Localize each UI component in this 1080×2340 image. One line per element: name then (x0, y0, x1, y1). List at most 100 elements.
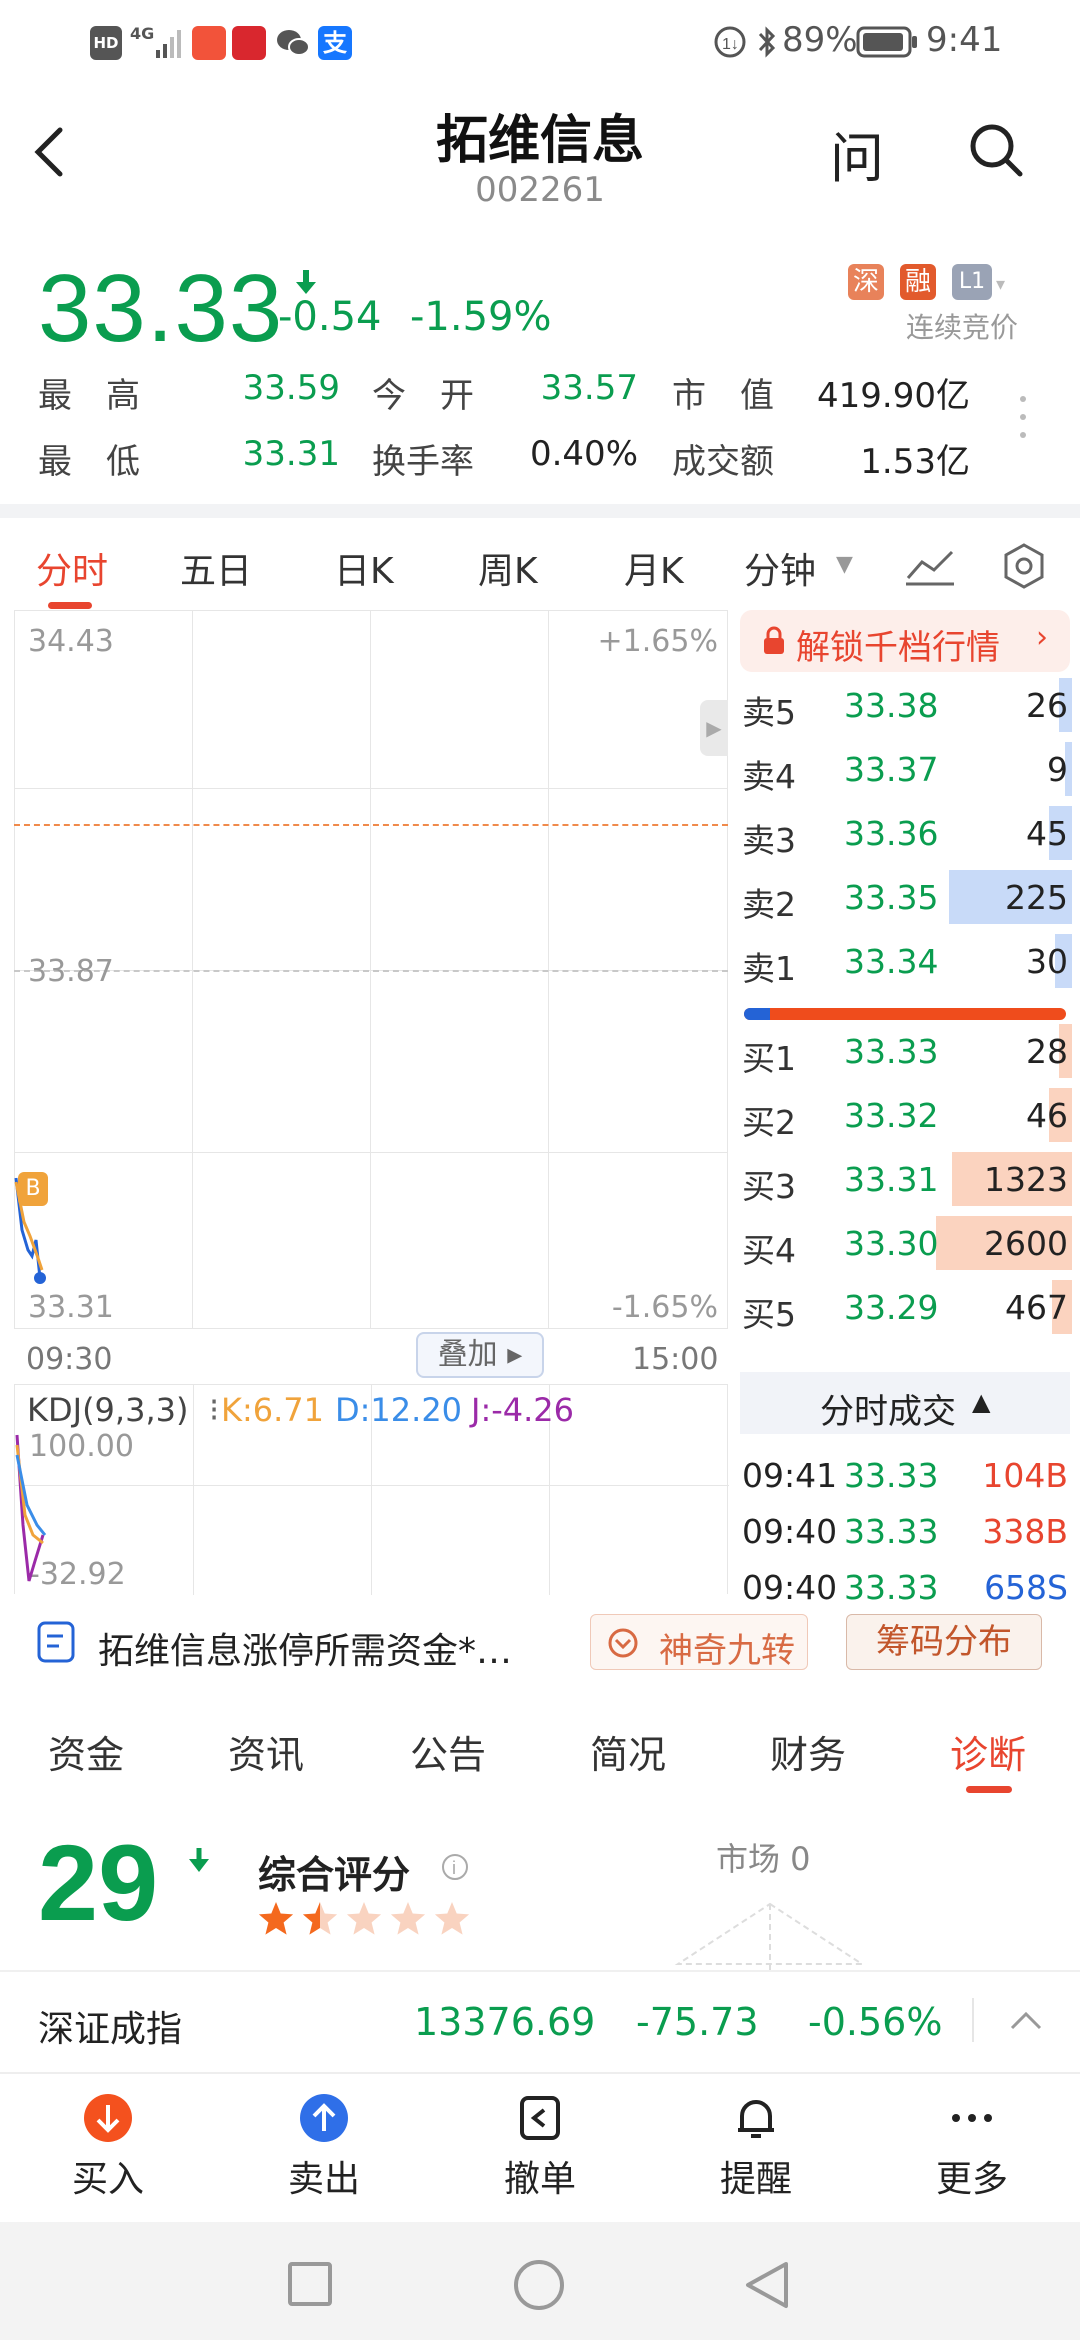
remind-button[interactable]: 提醒 (696, 2092, 816, 2202)
clock: 9:41 (926, 20, 1003, 60)
kdj-lines (15, 1434, 47, 1582)
level-label: 买5 (742, 1295, 796, 1334)
score-label: 综合评分 (258, 1853, 411, 1897)
info-icon[interactable]: i (440, 1852, 470, 1886)
tab-announcements[interactable]: 公告 (410, 1724, 486, 1779)
trade-price: 33.33 (844, 1456, 939, 1495)
ask-button[interactable]: 问 (830, 114, 884, 193)
level-label: 买2 (742, 1103, 796, 1142)
star-icon (302, 1902, 338, 1935)
more-vertical-icon[interactable] (1018, 394, 1028, 444)
current-price: 33.33 (38, 255, 284, 362)
trade-row: 09:41 33.33 104B (740, 1444, 1072, 1508)
order-book-row[interactable]: 卖1 33.34 30 (740, 930, 1072, 994)
order-book: 解锁千档行情 › 卖5 33.38 26 卖4 33.37 9 卖3 33.36 45 卖2 33.… (740, 610, 1072, 1607)
tab-news[interactable]: 资讯 (228, 1724, 304, 1779)
order-book-row[interactable]: 卖3 33.36 45 (740, 802, 1072, 866)
tab-intraday[interactable]: 分时 (36, 542, 108, 594)
level-label: 买4 (742, 1231, 796, 1270)
tab-monthly-k[interactable]: 月K (624, 542, 684, 594)
tab-minute[interactable]: 分钟 (744, 542, 816, 594)
order-book-row[interactable]: 卖4 33.37 9 (740, 738, 1072, 802)
buy-button[interactable]: 买入 (48, 2092, 168, 2202)
trade-row: 09:40 33.33 338B (740, 1500, 1072, 1564)
star-icon (434, 1902, 470, 1935)
chevron-right-icon: › (1036, 620, 1048, 655)
wechat-icon (276, 28, 310, 62)
mktcap-value: 419.90亿 (817, 376, 970, 416)
status-bar: HD 4G 支 1↓ 89% 9:41 (0, 0, 1080, 84)
turnover-value: 0.40% (529, 434, 638, 474)
tab-profile[interactable]: 简况 (590, 1724, 666, 1779)
order-book-row[interactable]: 买2 33.32 46 (740, 1084, 1072, 1148)
trade-volume: 104B (982, 1456, 1068, 1495)
news-headline[interactable]: 拓维信息涨停所需资金*… (98, 1622, 558, 1674)
alipay-icon: 支 (318, 26, 352, 60)
price-change: -0.54 (278, 294, 382, 340)
order-book-row[interactable]: 买4 33.30 2600 (740, 1212, 1072, 1276)
recent-apps-button[interactable] (288, 2262, 332, 2306)
level-price: 33.32 (844, 1096, 939, 1135)
nine-turn-label: 神奇九转 (659, 1631, 795, 1671)
chevron-down-icon[interactable]: ▼ (836, 552, 853, 577)
chart-tabs: 分时 五日 日K 周K 月K 分钟 ▼ (0, 518, 1080, 610)
level-price: 33.36 (844, 814, 939, 853)
level-label: 卖1 (742, 949, 796, 988)
overlay-button[interactable]: 叠加 ▸ (416, 1332, 544, 1378)
divider (0, 504, 1080, 518)
buy-signal-marker[interactable]: B (18, 1172, 48, 1206)
search-icon (970, 124, 1023, 177)
trades-header[interactable]: 分时成交 ▲ (740, 1372, 1070, 1434)
tab-funds[interactable]: 资金 (48, 1724, 124, 1779)
index-value: 13376.69 (414, 2000, 596, 2044)
level-tag[interactable]: L1 (952, 264, 992, 300)
chevron-down-icon[interactable]: ▾ (996, 274, 1005, 295)
document-icon (36, 1620, 76, 1668)
chip-distribution-button[interactable]: 筹码分布 (846, 1614, 1042, 1670)
level-volume: 30 (1026, 942, 1068, 981)
back-nav-button[interactable] (742, 2258, 792, 2312)
star-icon (258, 1902, 294, 1935)
cancel-order-button[interactable]: 撤单 (480, 2092, 600, 2202)
search-button[interactable] (966, 120, 1026, 184)
level-label: 卖2 (742, 885, 796, 924)
signal-icon (156, 28, 184, 58)
more-button[interactable]: 更多 (912, 2092, 1032, 2202)
turnover-label: 换手率 (372, 442, 474, 482)
tab-daily-k[interactable]: 日K (334, 542, 394, 594)
intraday-chart[interactable]: 34.43 +1.65% 33.87 33.31 -1.65% ▶ B (14, 610, 728, 1329)
tab-weekly-k[interactable]: 周K (478, 542, 538, 594)
order-book-row[interactable]: 买3 33.31 1323 (740, 1148, 1072, 1212)
lock-icon (764, 626, 784, 654)
unlock-depth-label: 解锁千档行情 (796, 628, 1000, 668)
nine-turn-button[interactable]: 神奇九转 (590, 1614, 808, 1671)
chart-settings-button[interactable] (1000, 542, 1048, 594)
stock-code: 002261 (475, 170, 605, 210)
price-change-pct: -1.59% (410, 294, 552, 340)
sell-button[interactable]: 卖出 (264, 2092, 384, 2202)
unlock-depth-button[interactable]: 解锁千档行情 › (740, 610, 1070, 672)
order-book-row[interactable]: 买5 33.29 467 (740, 1276, 1072, 1340)
info-tabs: 资金 资讯 公告 简况 财务 诊断 (0, 1700, 1080, 1810)
indicator-settings-button[interactable] (904, 544, 956, 592)
tab-financials[interactable]: 财务 (770, 1724, 846, 1779)
time-axis-end: 15:00 (632, 1342, 719, 1377)
order-book-row[interactable]: 卖2 33.35 225 (740, 866, 1072, 930)
home-button[interactable] (514, 2260, 564, 2310)
system-nav-bar (0, 2222, 1080, 2340)
session-status: 连续竞价 (906, 311, 1019, 344)
diagnosis-panel[interactable]: 29 综合评分 i 市场 0 (0, 1810, 1080, 1970)
index-bar[interactable]: 深证成指 13376.69 -75.73 -0.56% (0, 1970, 1080, 2070)
trade-price: 33.33 (844, 1512, 939, 1551)
tab-diagnosis[interactable]: 诊断 (950, 1724, 1026, 1779)
trade-time: 09:41 (742, 1456, 838, 1495)
expand-index-button[interactable] (1008, 2002, 1044, 2042)
more-label: 更多 (935, 2159, 1008, 2200)
kdj-chart[interactable]: KDJ(9,3,3) ⁝ K:6.71 D:12.20 J:-4.26 100.… (14, 1384, 729, 1595)
index-change: -75.73 (636, 2000, 759, 2044)
chevron-up-icon (1010, 2011, 1042, 2030)
level-label: 买1 (742, 1039, 796, 1078)
order-book-row[interactable]: 买1 33.33 28 (740, 1020, 1072, 1084)
tab-five-day[interactable]: 五日 (180, 542, 252, 594)
order-book-row[interactable]: 卖5 33.38 26 (740, 674, 1072, 738)
